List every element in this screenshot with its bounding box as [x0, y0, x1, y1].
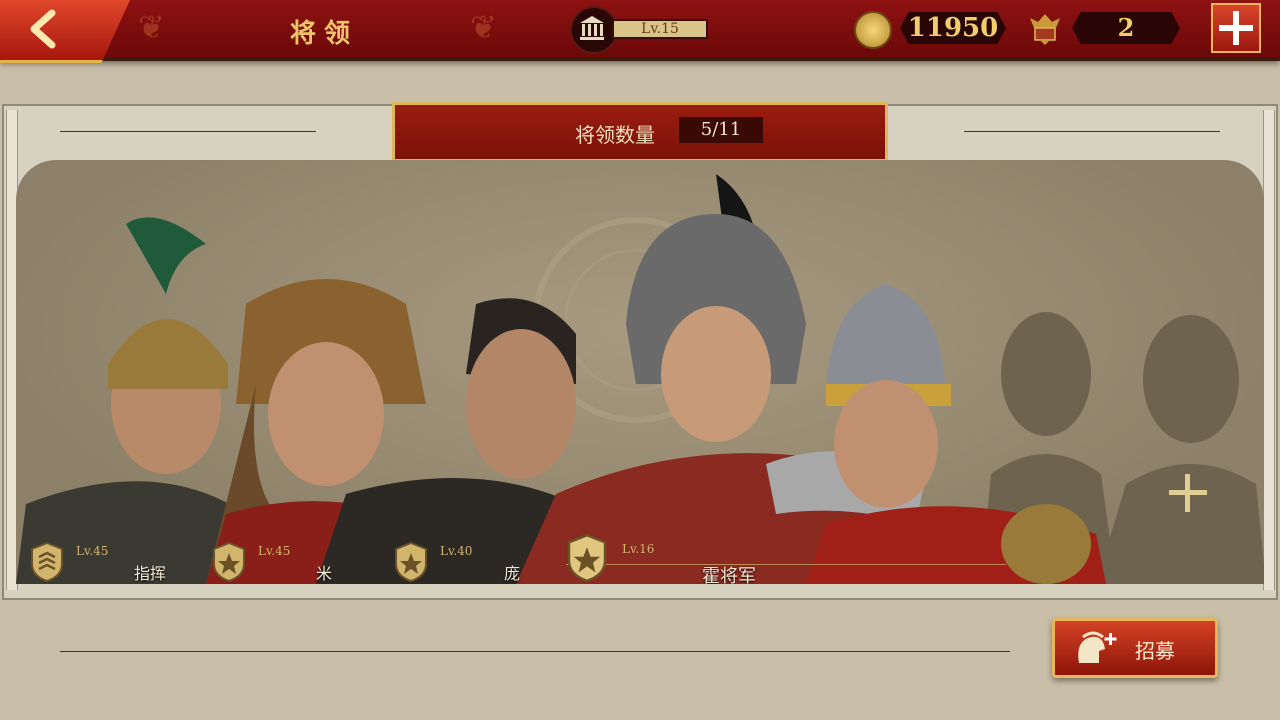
rank-badge-icon — [31, 542, 63, 582]
back-button[interactable] — [0, 0, 130, 63]
general-info: Lv.16 霍将军 — [566, 534, 1006, 584]
general-card[interactable] — [806, 234, 1106, 584]
general-count-banner: 将领数量 5/11 — [392, 102, 888, 162]
spartan-helmet-icon — [1078, 631, 1117, 663]
locked-slot-silhouette — [1096, 315, 1264, 584]
add-general-plus-icon[interactable] — [1163, 468, 1213, 518]
general-name: 指挥 — [134, 564, 167, 583]
generals-gallery: Lv.45 指挥 Lv.45 米 Lv.40 庞 Lv.16 霍将军 — [16, 160, 1264, 584]
temple-icon — [570, 6, 618, 54]
divider-line — [60, 131, 316, 132]
rank-badge-icon — [213, 542, 245, 582]
divider-line — [964, 131, 1220, 132]
general-level: Lv.40 — [440, 544, 473, 558]
back-arrow-icon — [30, 9, 56, 49]
general-level: Lv.45 — [258, 544, 291, 558]
rank-badge-icon — [395, 542, 427, 582]
general-count-label: 将领数量 — [575, 123, 655, 147]
general-info: Lv.45 米 — [212, 542, 392, 584]
recruit-label: 招募 — [1135, 639, 1175, 663]
coin-icon — [854, 11, 892, 49]
rank-badge-icon — [567, 534, 607, 582]
general-name: 米 — [316, 564, 333, 583]
general-portrait — [806, 284, 1106, 584]
city-level[interactable]: Lv.15 — [570, 6, 715, 54]
general-level: Lv.16 — [622, 542, 655, 556]
level-value: Lv.15 — [612, 19, 708, 39]
page-title: 将领 — [290, 19, 359, 49]
underline — [566, 564, 1006, 565]
general-name: 霍将军 — [702, 566, 756, 584]
general-level: Lv.45 — [76, 544, 109, 558]
coin-count: 11950 — [900, 12, 1006, 44]
plus-icon — [1219, 11, 1253, 45]
premium-count: 2 — [1072, 12, 1180, 44]
top-bar: ❦ ❦ 将领 Lv.15 11950 2 — [0, 0, 1280, 63]
laurel-right-icon: ❦ — [470, 8, 497, 46]
add-currency-button[interactable] — [1211, 3, 1261, 53]
general-name: 庞 — [504, 564, 521, 583]
general-info: Lv.40 庞 — [394, 542, 574, 584]
laurel-left-icon: ❦ — [138, 8, 165, 46]
recruit-button[interactable]: 招募 — [1052, 618, 1218, 678]
divider-line — [60, 651, 1010, 652]
general-info: Lv.45 指挥 — [30, 542, 210, 584]
spqr-eagle-icon — [1030, 14, 1060, 45]
pillar-right — [1263, 110, 1275, 590]
general-count-value: 5/11 — [679, 117, 763, 143]
